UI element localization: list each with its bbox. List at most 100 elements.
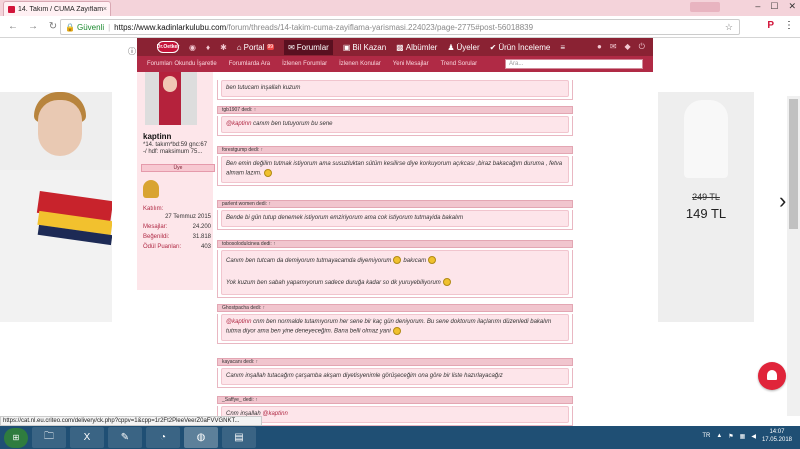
users-icon: ♟ — [447, 42, 455, 52]
quote-body: Canım inşallah tutacağım çarşamba akşam … — [217, 368, 573, 388]
subnav-watched-forums[interactable]: İzlenen Forumlar — [282, 61, 327, 67]
quote-text: @kaptinn cnm ben normalde tutamıyorum he… — [221, 314, 569, 341]
right-product-ad[interactable]: 249 TL 149 TL — [658, 92, 754, 322]
secure-label: Güvenli — [76, 22, 105, 32]
gift-icon: ▣ — [342, 42, 351, 52]
avatar-face — [163, 76, 177, 92]
quote-author[interactable]: _Saffye_ dedi: ↑ — [217, 396, 573, 404]
dr-oetker-logo[interactable]: Dr.Oetker — [157, 41, 179, 53]
rss-icon[interactable]: ◔ — [146, 427, 180, 448]
omnibox-icons: ☆ — [725, 22, 733, 33]
page-scrollbar-thumb[interactable] — [789, 99, 798, 229]
notes-icon[interactable]: ✎ — [108, 427, 142, 448]
quote-body: Ben emin değilim tutmak istiyorum ama su… — [217, 156, 573, 186]
star-icon[interactable]: ✱ — [220, 43, 227, 52]
network-icon[interactable]: ▦ — [740, 433, 746, 440]
smiley-icon — [263, 169, 272, 177]
quote-text: Bende bi gün tutup denemek istiyorum emz… — [221, 210, 569, 227]
site-favicon-icon — [8, 5, 15, 13]
tab-close-icon[interactable]: × — [103, 6, 107, 13]
quote-block: parlent women dedi: ↑ Bende bi gün tutup… — [217, 200, 573, 230]
username[interactable]: kaptinn — [143, 132, 171, 141]
quote-author[interactable]: kayacanı dedi: ↑ — [217, 358, 573, 366]
nav-urun-inceleme[interactable]: ✔ Ürün İnceleme — [490, 43, 551, 52]
volume-icon[interactable]: ◀ — [751, 433, 756, 440]
quote-block: tgb1907 dedi: ↑ @kaptinn canım ben tutuy… — [217, 106, 573, 136]
reload-icon[interactable]: ↻ — [46, 21, 60, 32]
nav-forumlar[interactable]: ✉ Forumlar — [284, 39, 333, 55]
ad-info-icon[interactable]: ⓘ — [128, 46, 136, 57]
quote-block: Ghostpacha dedi: ↑ @kaptinn cnm ben norm… — [217, 304, 573, 344]
camera-icon: ▩ — [396, 42, 404, 52]
excel-icon[interactable]: X — [70, 427, 104, 448]
user-mention[interactable]: @kaptinn — [262, 411, 287, 417]
close-window-icon[interactable]: ✕ — [788, 1, 796, 12]
explorer-icon[interactable]: 🗀 — [32, 427, 66, 448]
browser-tab[interactable]: 14. Takım / CUMA Zayıflam × — [3, 1, 111, 16]
nav-bil-kazan[interactable]: ▣ Bil Kazan — [343, 43, 386, 52]
hamburger-menu-icon[interactable]: ≡ — [560, 43, 565, 52]
browser-extensions: P ⋮ — [767, 20, 794, 31]
quote-text: @kaptinn canım ben tutuyorum bu sene — [221, 116, 569, 133]
logout-icon[interactable]: ⏻ — [639, 42, 645, 52]
clock[interactable]: 14:07 17.05.2018 — [762, 428, 792, 444]
user-mention[interactable]: @kaptinn — [226, 121, 251, 127]
language-indicator[interactable]: TR — [702, 433, 710, 439]
address-bar[interactable]: 🔒 Güvenli | https://www.kadinlarkulubu.c… — [60, 19, 740, 35]
user-mention[interactable]: @kaptinn — [226, 319, 251, 325]
back-icon[interactable]: ← — [6, 21, 20, 32]
clock-time: 14:07 — [769, 429, 785, 435]
chrome-icon[interactable]: ◍ — [184, 427, 218, 448]
quote-block: kayacanı dedi: ↑ Canım inşallah tutacağı… — [217, 358, 573, 388]
location-icon[interactable]: ◉ — [189, 43, 196, 52]
quote-author[interactable]: Ghostpacha dedi: ↑ — [217, 304, 573, 312]
bookmark-star-icon[interactable]: ☆ — [725, 22, 733, 33]
pin-icon[interactable]: ♦ — [206, 43, 210, 52]
subnav-trend-questions[interactable]: Trend Sorular — [441, 61, 477, 67]
home-icon: ⌂ — [236, 42, 242, 52]
messages-icon[interactable]: ✉ — [610, 42, 617, 52]
quote-text: ben tutucam inşallah kuzum — [221, 80, 569, 97]
alerts-icon[interactable]: ◆ — [625, 42, 631, 52]
notification-bell-button[interactable] — [758, 362, 786, 390]
smiley-icon — [442, 278, 451, 287]
stat-points-row: Ödül Puanları: 403 — [143, 244, 211, 250]
profile-chip[interactable] — [690, 2, 720, 12]
smiley-icon — [392, 327, 401, 335]
user-status: *14. takım*bd:59 gnc:67 -/ hdf: maksimum… — [143, 142, 208, 155]
ad-next-arrow-icon[interactable]: › — [779, 188, 786, 214]
quote-body: @kaptinn cnm ben normalde tutamıyorum he… — [217, 314, 573, 344]
browser-toolbar: ← → ↻ 🔒 Güvenli | https://www.kadinlarku… — [0, 16, 800, 38]
subnav-new-posts[interactable]: Yeni Mesajlar — [393, 61, 429, 67]
subnav-watched-threads[interactable]: İzlenen Konular — [339, 61, 381, 67]
maximize-icon[interactable]: ☐ — [770, 1, 778, 12]
quote-author[interactable]: tgb1907 dedi: ↑ — [217, 106, 573, 114]
chat-icon: ✉ — [288, 42, 295, 52]
forward-icon[interactable]: → — [26, 21, 40, 32]
smiley-icon — [393, 256, 402, 265]
subnav-search-forums[interactable]: Forumlarda Ara — [229, 61, 270, 67]
nav-albumler[interactable]: ▩ Albümler — [396, 43, 437, 52]
subnav-mark-read[interactable]: Forumları Okundu İşaretle — [147, 61, 217, 67]
address-separator: | — [108, 22, 111, 32]
window-controls: – ☐ ✕ — [755, 1, 796, 12]
nav-portal[interactable]: ⌂ Portal 99 — [236, 42, 275, 52]
quote-block: forestgump dedi: ↑ Ben emin değilim tutm… — [217, 146, 573, 186]
quote-block: tobosolodulcinea dedi: ↑ Canım ben tutca… — [217, 240, 573, 298]
left-fashion-ad[interactable] — [0, 92, 112, 322]
app-icon[interactable]: ▤ — [222, 427, 256, 448]
quote-author[interactable]: tobosolodulcinea dedi: ↑ — [217, 240, 573, 248]
quote-author[interactable]: forestgump dedi: ↑ — [217, 146, 573, 154]
pinterest-icon[interactable]: P — [767, 20, 774, 31]
url-path: /forum/threads/14-takim-cuma-zayiflama-y… — [226, 22, 534, 32]
flag-icon[interactable]: ⚑ — [728, 433, 733, 440]
portal-badge: 99 — [266, 44, 275, 50]
menu-dots-icon[interactable]: ⋮ — [784, 20, 794, 31]
minimize-icon[interactable]: – — [755, 1, 760, 12]
start-button[interactable]: ⊞ — [4, 427, 28, 448]
quote-author[interactable]: parlent women dedi: ↑ — [217, 200, 573, 208]
tray-arrow-icon[interactable]: ▲ — [716, 433, 722, 439]
nav-uyeler[interactable]: ♟ Üyeler — [447, 43, 479, 52]
account-icon[interactable]: ● — [597, 42, 602, 52]
avatar[interactable] — [145, 72, 197, 125]
